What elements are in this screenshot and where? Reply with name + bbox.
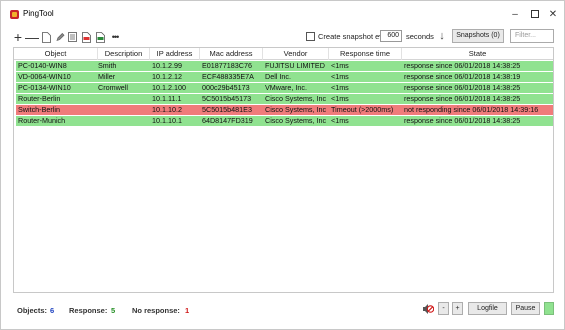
column-header-object[interactable]: Object (14, 48, 98, 60)
cell-response: <1ms (331, 83, 349, 92)
table-row[interactable]: Router-Berlin 10.1.11.1 5C5015b45173 Cis… (16, 94, 553, 104)
status-indicator (544, 302, 554, 315)
title-bar: PingTool – ✕ (1, 1, 564, 27)
column-header-response-time[interactable]: Response time (329, 48, 402, 60)
cell-response: <1ms (331, 116, 349, 125)
add-object-button[interactable]: + (13, 30, 23, 44)
snapshot-interval-input[interactable]: 600 (380, 30, 402, 42)
cell-description: Miller (98, 72, 116, 81)
zoom-out-button[interactable]: - (438, 302, 449, 315)
cell-object: Switch-Berlin (18, 105, 60, 114)
table-header: Object Description IP address Mac addres… (14, 48, 553, 60)
app-logo-icon (10, 10, 19, 19)
edit-pen-icon[interactable] (56, 31, 65, 43)
table-row[interactable]: PC-0140-WIN8 Smith 10.1.2.99 E01877183C7… (16, 61, 553, 71)
cell-state: response since 06/01/2018 14:38:25 (404, 116, 521, 125)
cell-ip: 10.1.10.1 (152, 116, 182, 125)
table-row[interactable]: Switch-Berlin 10.1.10.2 5C5015b481E3 Cis… (16, 105, 553, 115)
snapshot-checkbox[interactable] (306, 32, 315, 41)
seconds-label: seconds (406, 32, 434, 41)
cell-description (98, 116, 148, 126)
cell-ip: 10.1.11.1 (152, 94, 182, 103)
cell-object: PC-0134-WIN10 (18, 83, 71, 92)
column-header-state[interactable]: State (402, 48, 553, 60)
cell-response: <1ms (331, 72, 349, 81)
cell-object: Router-Munich (18, 116, 66, 125)
column-header-vendor[interactable]: Vendor (263, 48, 329, 60)
cell-ip: 10.1.2.100 (152, 83, 186, 92)
cell-mac: ECF488335E7A (202, 72, 254, 81)
cell-state: response since 06/01/2018 14:38:19 (404, 72, 521, 81)
objects-label: Objects: (17, 306, 48, 315)
zoom-in-button[interactable]: + (452, 302, 463, 315)
filter-input[interactable]: Filter... (510, 29, 554, 43)
table-row[interactable]: PC-0134-WIN10 Cromwell 10.1.2.100 000c29… (16, 83, 553, 93)
snapshots-button[interactable]: Snapshots (0) (452, 29, 504, 43)
cell-vendor: Cisco Systems, Inc (265, 116, 327, 125)
logfile-button[interactable]: Logfile (468, 302, 507, 315)
cell-response: <1ms (331, 61, 349, 70)
remove-object-button[interactable]: — (25, 30, 39, 44)
new-document-icon[interactable] (42, 31, 51, 43)
cell-mac: 5C5015b481E3 (202, 105, 252, 114)
cell-vendor: Cisco Systems, Inc (265, 105, 327, 114)
cell-mac: 000c29b45173 (202, 83, 250, 92)
column-header-description[interactable]: Description (98, 48, 150, 60)
cell-state: response since 06/01/2018 14:38:25 (404, 83, 521, 92)
table-row[interactable]: VD-0064-WIN10 Miller 10.1.2.12 ECF488335… (16, 72, 553, 82)
app-window: PingTool – ✕ + — ••• Create snapshot eve… (0, 0, 565, 330)
cell-response: <1ms (331, 94, 349, 103)
cell-mac: E01877183C76 (202, 61, 252, 70)
sound-muted-icon[interactable] (422, 303, 435, 315)
cell-state: response since 06/01/2018 14:38:25 (404, 61, 521, 70)
cell-vendor: FUJITSU LIMITED (265, 61, 325, 70)
cell-object: Router-Berlin (18, 94, 61, 103)
pause-button[interactable]: Pause (511, 302, 540, 315)
cell-ip: 10.1.10.2 (152, 105, 182, 114)
cell-state: response since 06/01/2018 14:38:25 (404, 94, 521, 103)
cell-vendor: VMware, Inc. (265, 83, 307, 92)
cell-description: Smith (98, 61, 117, 70)
cell-vendor: Dell Inc. (265, 72, 291, 81)
maximize-icon (531, 10, 539, 18)
response-label: Response: (69, 306, 108, 315)
cell-description (98, 94, 148, 104)
excel-export-icon[interactable] (96, 31, 105, 43)
close-button[interactable]: ✕ (539, 5, 565, 23)
pdf-export-icon[interactable] (82, 31, 91, 43)
column-header-ip[interactable]: IP address (150, 48, 200, 60)
cell-vendor: Cisco Systems, Inc (265, 94, 327, 103)
table-row[interactable]: Router-Munich 10.1.10.1 64D8147FD319 Cis… (16, 116, 553, 126)
cell-state: not responding since 06/01/2018 14:39:16 (404, 105, 539, 114)
objects-count: 6 (50, 306, 55, 315)
cell-mac: 64D8147FD319 (202, 116, 253, 125)
ping-results-table: Object Description IP address Mac addres… (13, 47, 554, 293)
no-response-label: No response: (132, 306, 180, 315)
no-response-count: 1 (185, 306, 190, 315)
cell-object: PC-0140-WIN8 (18, 61, 67, 70)
window-title: PingTool (23, 9, 54, 18)
more-options-icon[interactable]: ••• (109, 31, 121, 43)
cell-response: Timeout (>2000ms) (331, 105, 394, 114)
list-icon[interactable] (68, 31, 77, 43)
cell-ip: 10.1.2.12 (152, 72, 182, 81)
cell-ip: 10.1.2.99 (152, 61, 182, 70)
column-header-mac[interactable]: Mac address (200, 48, 263, 60)
download-arrow-icon[interactable]: ↓ (437, 29, 447, 43)
cell-mac: 5C5015b45173 (202, 94, 252, 103)
response-count: 5 (111, 306, 116, 315)
cell-description (98, 105, 148, 115)
cell-object: VD-0064-WIN10 (18, 72, 71, 81)
cell-description: Cromwell (98, 83, 128, 92)
